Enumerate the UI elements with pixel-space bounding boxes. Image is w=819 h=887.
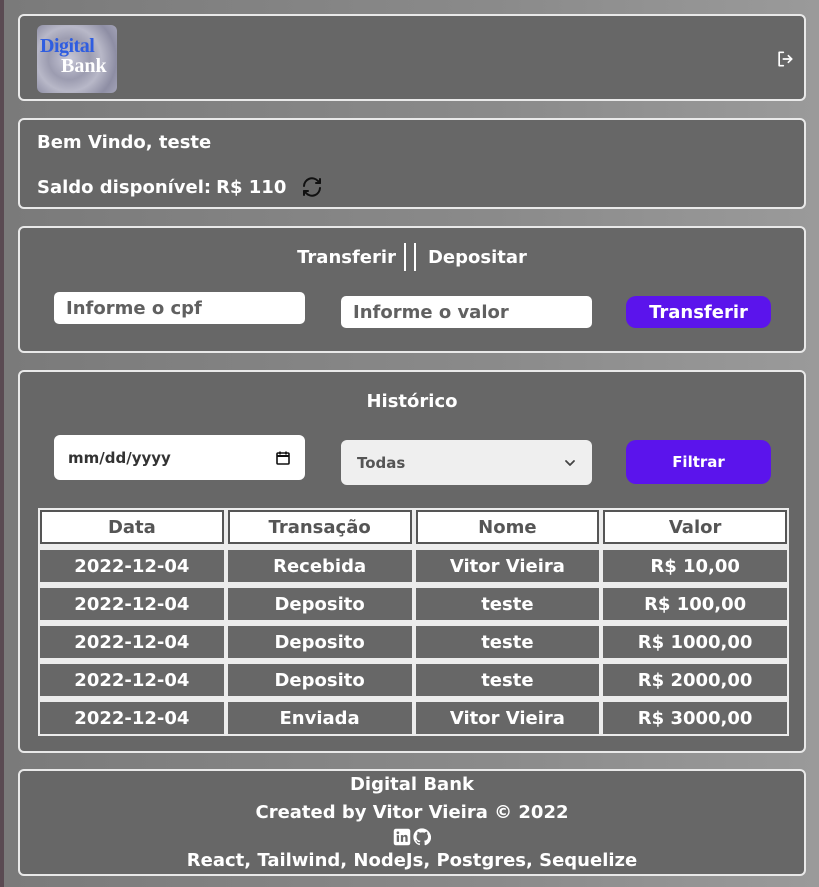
- cell-transaction: Recebida: [227, 550, 412, 582]
- social-links: [20, 828, 804, 846]
- column-header: Transação: [227, 510, 412, 544]
- cell-date: 2022-12-04: [40, 588, 224, 620]
- linkedin-icon[interactable]: [393, 828, 411, 846]
- tab-transferir[interactable]: Transferir: [297, 247, 396, 268]
- cell-transaction: Deposito: [227, 626, 412, 658]
- cell-name: teste: [415, 626, 600, 658]
- cell-name: Vitor Vieira: [415, 702, 600, 734]
- tab-depositar[interactable]: Depositar: [428, 247, 527, 268]
- balance-row: Saldo disponível: R$ 110: [37, 175, 324, 199]
- table-row: 2022-12-04 Enviada Vitor Vieira R$ 3000,…: [40, 702, 787, 734]
- column-header: Data: [40, 510, 224, 544]
- github-icon[interactable]: [413, 828, 431, 846]
- transfer-button[interactable]: Transferir: [626, 296, 771, 328]
- transfer-card: Transferir Depositar Transferir: [18, 226, 806, 353]
- logout-icon[interactable]: [775, 49, 795, 69]
- transaction-type-select[interactable]: Todas: [341, 440, 592, 485]
- tab-divider: [403, 243, 406, 271]
- value-input[interactable]: [341, 296, 592, 328]
- footer-brand: Digital Bank: [349, 774, 474, 795]
- cell-value: R$ 2000,00: [603, 664, 787, 696]
- balance-value: R$ 110: [216, 176, 287, 198]
- cell-value: R$ 100,00: [603, 588, 787, 620]
- cell-date: 2022-12-04: [40, 702, 224, 734]
- chevron-down-icon: [565, 459, 575, 466]
- table-row: 2022-12-04 Recebida Vitor Vieira R$ 10,0…: [40, 550, 787, 582]
- column-header: Valor: [603, 510, 787, 544]
- filter-button[interactable]: Filtrar: [626, 440, 771, 484]
- cell-transaction: Deposito: [227, 588, 412, 620]
- cell-transaction: Enviada: [227, 702, 412, 734]
- column-header: Nome: [415, 510, 600, 544]
- date-placeholder: mm/dd/yyyy: [68, 448, 171, 467]
- cell-name: teste: [415, 664, 600, 696]
- cell-value: R$ 1000,00: [603, 626, 787, 658]
- history-title: Histórico: [366, 391, 458, 412]
- cell-name: teste: [415, 588, 600, 620]
- logo-line2: Bank: [61, 55, 107, 77]
- footer-tech-stack: React, Tailwind, NodeJs, Postgres, Seque…: [186, 850, 638, 871]
- cell-value: R$ 10,00: [603, 550, 787, 582]
- table-header-row: Data Transação Nome Valor: [40, 510, 787, 544]
- date-filter-input[interactable]: mm/dd/yyyy: [54, 435, 305, 480]
- welcome-card: Bem Vindo, teste Saldo disponível: R$ 11…: [18, 118, 806, 209]
- footer: Digital Bank Created by Vitor Vieira © 2…: [18, 769, 806, 876]
- digital-bank-logo[interactable]: Digital Bank: [37, 25, 117, 93]
- cell-date: 2022-12-04: [40, 550, 224, 582]
- transactions-table: Data Transação Nome Valor 2022-12-04 Rec…: [38, 508, 789, 736]
- header-bar: Digital Bank: [18, 14, 806, 101]
- cell-date: 2022-12-04: [40, 664, 224, 696]
- cell-transaction: Deposito: [227, 664, 412, 696]
- cell-name: Vitor Vieira: [415, 550, 600, 582]
- cell-value: R$ 3000,00: [603, 702, 787, 734]
- tab-divider: [413, 243, 416, 271]
- refresh-icon[interactable]: [300, 175, 324, 199]
- balance-label: Saldo disponível:: [37, 176, 212, 198]
- history-card: Histórico mm/dd/yyyy Todas Filtrar Data …: [18, 370, 806, 753]
- table-row: 2022-12-04 Deposito teste R$ 100,00: [40, 588, 787, 620]
- footer-credits: Created by Vitor Vieira © 2022: [255, 802, 569, 823]
- cpf-input[interactable]: [54, 292, 305, 324]
- greeting-text: Bem Vindo, teste: [37, 132, 212, 153]
- table-row: 2022-12-04 Deposito teste R$ 2000,00: [40, 664, 787, 696]
- operation-tabs: Transferir Depositar: [20, 243, 804, 271]
- type-select-value: Todas: [357, 453, 406, 472]
- table-row: 2022-12-04 Deposito teste R$ 1000,00: [40, 626, 787, 658]
- cell-date: 2022-12-04: [40, 626, 224, 658]
- calendar-icon[interactable]: [275, 450, 291, 466]
